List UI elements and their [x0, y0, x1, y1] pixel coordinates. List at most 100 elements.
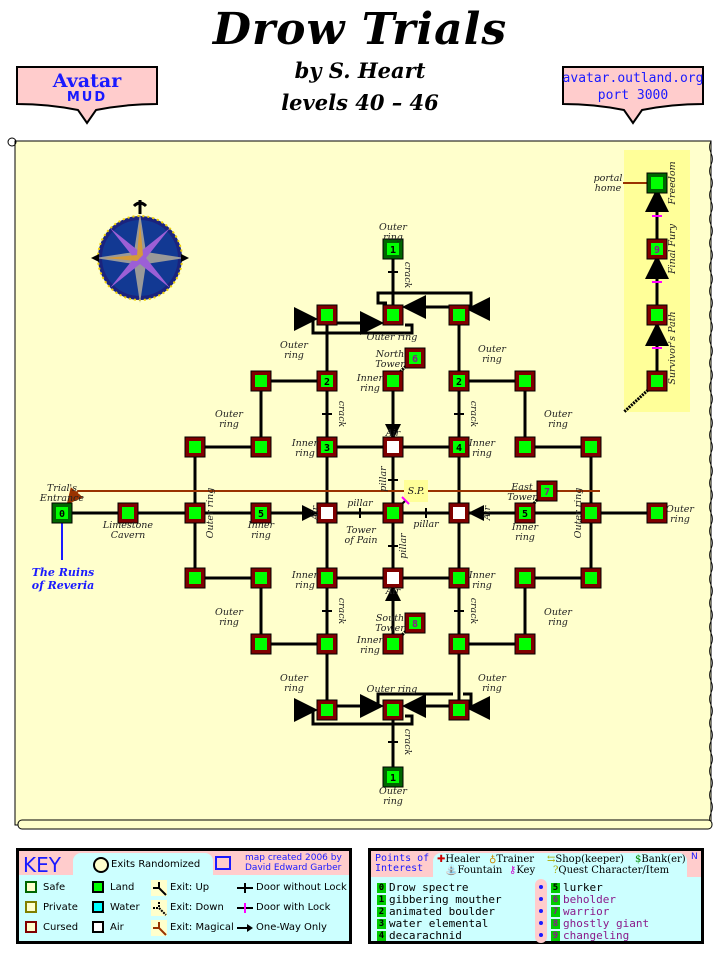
scroll-roll-bottom: [17, 819, 713, 830]
air-label: Air: [110, 922, 124, 933]
outer-ring-label: ring: [482, 683, 502, 694]
outer-ring-label: ring: [482, 354, 502, 365]
outer-ring-room[interactable]: [184, 567, 206, 589]
outer-ring-room-south[interactable]: [382, 699, 404, 721]
mob-number-badge: 7: [551, 907, 560, 917]
outer-ring-room[interactable]: [250, 633, 272, 655]
fountain-legend: ⛲Fountain: [445, 865, 503, 876]
south-tower-label: Tower: [375, 623, 406, 634]
outer-ring-room[interactable]: [514, 436, 536, 458]
healer-legend: ✚Healer: [437, 854, 480, 865]
freedom-room[interactable]: [646, 172, 668, 194]
server-port-text: port 3000: [597, 88, 669, 103]
outer-ring-room[interactable]: [514, 567, 536, 589]
inner-ring-room[interactable]: [316, 567, 338, 589]
south-tower-giant-room[interactable]: 8: [404, 612, 426, 634]
water-swatch-icon: [92, 901, 104, 913]
inner-ring-decarachnid-room[interactable]: 4: [448, 436, 470, 458]
outer-ring-east-edge-room[interactable]: [646, 502, 668, 524]
air-room-south[interactable]: [382, 567, 404, 589]
key-title: KEY: [23, 853, 61, 877]
trials-entrance-label: Entrance: [39, 493, 85, 504]
outer-ring-boulder-room[interactable]: 2: [316, 370, 338, 392]
pillar-label: pillar: [398, 532, 409, 559]
inner-ring-water-room[interactable]: 3: [316, 436, 338, 458]
final-fury-label: Final Fury: [667, 223, 678, 275]
outer-ring-room-north[interactable]: [382, 304, 404, 326]
land-label: Land: [110, 882, 135, 893]
air-room-north[interactable]: [382, 436, 404, 458]
shop-legend: ⇆Shop(keeper): [547, 854, 624, 865]
private-label: Private: [43, 902, 78, 913]
mob-number-badge: 3: [377, 919, 386, 929]
sp-label: S.P.: [408, 486, 425, 497]
air-room-east[interactable]: [448, 502, 470, 524]
survivors-path-room[interactable]: [646, 304, 668, 326]
east-tower-warrior-room[interactable]: 7: [536, 480, 558, 502]
outer-ring-room[interactable]: [448, 304, 470, 326]
crack-label: crack: [336, 401, 347, 428]
outer-ring-label: ring: [548, 419, 568, 430]
mob-number-badge: 1: [377, 895, 386, 905]
inner-ring-lurker-room[interactable]: 5: [514, 502, 536, 524]
outer-ring-room[interactable]: [250, 370, 272, 392]
bullet-icon: [539, 933, 543, 937]
mob-number-badge: 4: [377, 931, 386, 941]
trainer-legend: ♁Trainer: [489, 854, 535, 865]
poi-title-2: Interest: [375, 863, 424, 874]
water-label: Water: [110, 902, 140, 913]
outer-ring-room[interactable]: [250, 567, 272, 589]
server-address-shield: avatar.outland.org port 3000: [562, 66, 704, 126]
outer-ring-room[interactable]: [316, 633, 338, 655]
avatar-mud-shield: Avatar MUD: [16, 66, 158, 126]
outer-ring-room[interactable]: [316, 699, 338, 721]
outer-ring-boulder-room[interactable]: 2: [448, 370, 470, 392]
outer-ring-east-room[interactable]: [580, 502, 602, 524]
points-of-interest-panel: Points of Interest ✚Healer ♁Trainer ⇆Sho…: [368, 848, 704, 944]
final-fury-changeling-room[interactable]: 9: [646, 238, 668, 260]
ruins-of-reveria-link: of Reveria: [32, 579, 95, 592]
area-map: 0 523168124579 OuterringcrackOuter ringOu…: [7, 137, 713, 830]
outer-ring-room[interactable]: [580, 436, 602, 458]
door-no-lock-icon: [237, 883, 253, 893]
mob-number-badge: 0: [377, 883, 386, 893]
credit-line-2: David Edward Garber: [245, 863, 342, 873]
inner-ring-room[interactable]: [448, 567, 470, 589]
mob-number-badge: 8: [551, 919, 560, 929]
outer-ring-room[interactable]: [580, 567, 602, 589]
north-indicator-icon: N: [691, 852, 698, 862]
outer-ring-label: ring: [284, 350, 304, 361]
outer-ring-room[interactable]: [316, 304, 338, 326]
outer-ring-label: ring: [548, 617, 568, 628]
outer-ring-west-room[interactable]: [184, 502, 206, 524]
survivors-path-start-room[interactable]: [646, 370, 668, 392]
pillar-label: pillar: [378, 465, 389, 492]
outer-ring-room[interactable]: [448, 699, 470, 721]
door-lock-label: Door with Lock: [256, 902, 331, 913]
outer-ring-label: Outer ring: [367, 332, 418, 343]
inner-ring-label: ring: [295, 580, 315, 591]
door-no-lock-label: Door without Lock: [256, 882, 347, 893]
north-tower-beholder-room[interactable]: 6: [404, 347, 426, 369]
room-number: 9: [654, 245, 660, 256]
outer-ring-room[interactable]: [514, 370, 536, 392]
crack-label: crack: [402, 262, 413, 289]
exit-up-label: Exit: Up: [170, 882, 210, 893]
tower-of-pain-room[interactable]: [382, 502, 404, 524]
outer-ring-room[interactable]: [250, 436, 272, 458]
shield-avatar-text: Avatar: [52, 70, 122, 92]
inner-ring-north-room[interactable]: [382, 370, 404, 392]
mob-number-badge: 5: [551, 883, 560, 893]
trials-entrance-room[interactable]: 0: [51, 502, 73, 524]
outer-ring-room[interactable]: [448, 633, 470, 655]
outer-ring-mouther-room-south[interactable]: 1: [382, 766, 404, 788]
crack-label: crack: [468, 598, 479, 625]
room-number: 1: [390, 773, 396, 784]
land-swatch-icon: [92, 881, 104, 893]
outer-ring-label: ring: [219, 419, 239, 430]
outer-ring-room[interactable]: [184, 436, 206, 458]
inner-ring-south-room[interactable]: [382, 633, 404, 655]
outer-ring-room[interactable]: [514, 633, 536, 655]
crack-label: crack: [336, 598, 347, 625]
server-host-text[interactable]: avatar.outland.org: [562, 71, 704, 86]
